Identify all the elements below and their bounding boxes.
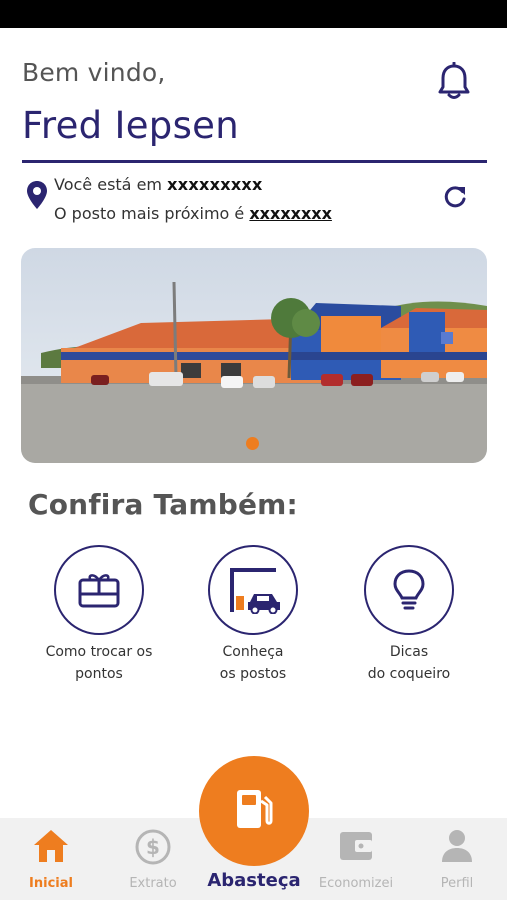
nav-label: Inicial (29, 876, 73, 891)
location-pin-icon (26, 180, 48, 210)
feature-label-line2: pontos (75, 666, 123, 682)
nearest-station-label: O posto mais próximo é (54, 204, 245, 223)
header-divider (22, 160, 487, 163)
refresh-icon[interactable] (442, 184, 468, 210)
feature-know-stations[interactable]: Conheça os postos (173, 545, 333, 685)
gas-station-car-icon (208, 545, 298, 635)
current-location-value: xxxxxxxxx (167, 175, 263, 194)
nearest-station-link[interactable]: xxxxxxxx (249, 204, 332, 223)
svg-text:$: $ (146, 835, 160, 859)
greeting-text: Bem vindo, (22, 58, 166, 87)
banner-image[interactable] (21, 248, 487, 463)
current-location-label: Você está em (54, 175, 162, 194)
fuel-pump-icon (234, 787, 274, 835)
feature-label-line2: os postos (219, 666, 287, 682)
user-profile-icon (439, 828, 475, 868)
nav-label: Perfil (440, 876, 474, 891)
feature-label-line1: Como trocar os (45, 644, 153, 660)
carousel-dot-active[interactable] (246, 437, 259, 450)
feature-label-line2: do coqueiro (367, 666, 451, 682)
gift-card-icon (54, 545, 144, 635)
nav-perfil[interactable]: Perfil (407, 818, 507, 900)
home-icon (32, 828, 70, 868)
notification-bell-icon[interactable] (436, 61, 472, 102)
feature-label-line1: Conheça (222, 644, 284, 660)
feature-label-line1: Dicas (389, 644, 429, 660)
wallet-icon (337, 828, 375, 868)
nearest-station-text: O posto mais próximo é xxxxxxxx (54, 204, 332, 223)
user-name: Fred Iepsen (22, 104, 239, 147)
lightbulb-icon (364, 545, 454, 635)
feature-tips[interactable]: Dicas do coqueiro (329, 545, 489, 685)
status-bar (0, 0, 507, 28)
dollar-coin-icon: $ (134, 828, 172, 870)
section-title: Confira Também: (28, 488, 298, 521)
nav-inicial[interactable]: Inicial (1, 818, 101, 900)
abasteca-label[interactable]: Abasteça (180, 870, 328, 891)
abasteca-button[interactable] (199, 756, 309, 866)
feature-how-to-redeem[interactable]: Como trocar os pontos (19, 545, 179, 685)
current-location-text: Você está em xxxxxxxxx (54, 175, 263, 194)
